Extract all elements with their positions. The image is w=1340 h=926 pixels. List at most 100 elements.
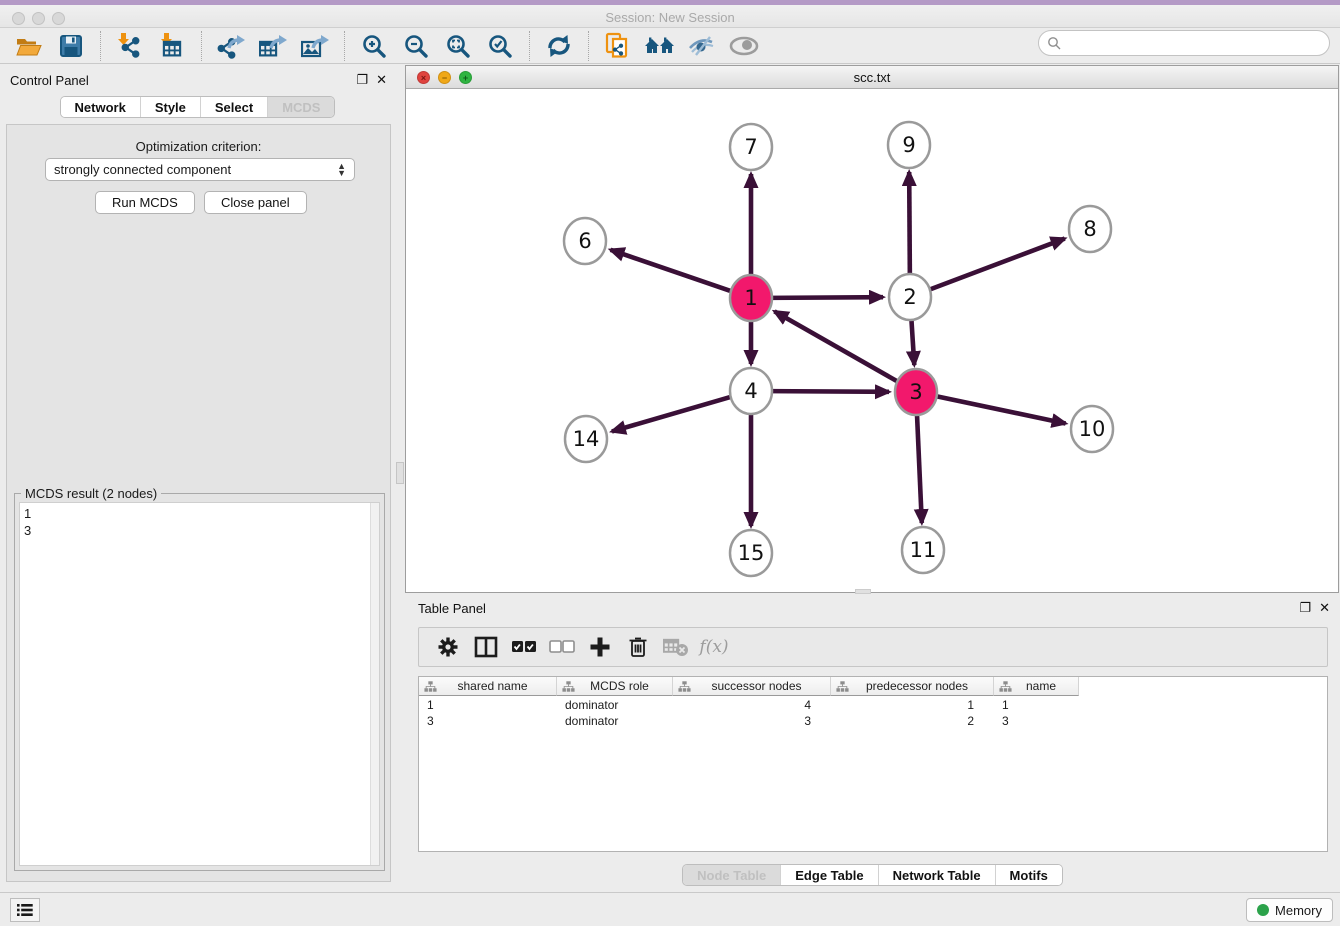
- table-cell[interactable]: 1: [831, 697, 994, 713]
- node-11[interactable]: 11: [902, 527, 944, 573]
- select-all-icon[interactable]: [509, 633, 539, 661]
- column-header-shared-name[interactable]: shared name: [419, 677, 557, 696]
- column-header-MCDS-role[interactable]: MCDS role: [557, 677, 673, 696]
- open-session-icon[interactable]: [13, 31, 45, 61]
- tab-motifs[interactable]: Motifs: [996, 865, 1062, 885]
- result-line: 1: [24, 505, 375, 522]
- column-header-predecessor-nodes[interactable]: predecessor nodes: [831, 677, 994, 696]
- import-table-icon[interactable]: [156, 31, 188, 61]
- hide-details-icon[interactable]: [686, 31, 718, 61]
- first-neighbors-icon[interactable]: [644, 31, 676, 61]
- tab-select[interactable]: Select: [201, 97, 268, 117]
- network-window-titlebar[interactable]: × − + scc.txt: [406, 66, 1338, 89]
- tab-mcds[interactable]: MCDS: [268, 97, 334, 117]
- control-panel-close-icon[interactable]: ✕: [376, 72, 387, 88]
- edge-4-3[interactable]: [770, 391, 889, 392]
- table-cell[interactable]: dominator: [557, 713, 673, 729]
- edge-1-2[interactable]: [770, 297, 883, 298]
- column-header-name[interactable]: name: [994, 677, 1079, 696]
- clone-network-icon[interactable]: [602, 31, 634, 61]
- edge-3-11[interactable]: [917, 411, 922, 523]
- table-tabs: Node TableEdge TableNetwork TableMotifs: [405, 864, 1340, 886]
- node-label: 11: [910, 538, 937, 562]
- gear-icon[interactable]: [433, 633, 463, 661]
- edge-2-8[interactable]: [928, 239, 1065, 291]
- memory-button[interactable]: Memory: [1246, 898, 1333, 922]
- tab-style[interactable]: Style: [141, 97, 201, 117]
- bottom-splitter-handle[interactable]: [855, 589, 871, 594]
- control-panel-header: Control Panel ❐ ✕: [0, 70, 395, 94]
- node-7[interactable]: 7: [730, 124, 772, 170]
- node-14[interactable]: 14: [565, 416, 607, 462]
- task-history-button[interactable]: [10, 898, 40, 922]
- zoom-out-icon[interactable]: [400, 31, 432, 61]
- edge-2-9[interactable]: [909, 172, 910, 278]
- export-network-icon[interactable]: [215, 31, 247, 61]
- edge-2-3[interactable]: [911, 316, 914, 365]
- node-table: shared name MCDS role successor nodesprede…: [418, 676, 1328, 852]
- show-details-icon[interactable]: [728, 31, 760, 61]
- node-label: 14: [573, 427, 600, 451]
- table-panel-close-icon[interactable]: ✕: [1319, 600, 1330, 616]
- refresh-icon[interactable]: [543, 31, 575, 61]
- table-cell[interactable]: 3: [994, 713, 1079, 729]
- tab-network-table[interactable]: Network Table: [879, 865, 996, 885]
- table-cell[interactable]: 2: [831, 713, 994, 729]
- mcds-result-text[interactable]: 13: [19, 502, 380, 866]
- export-image-icon[interactable]: [299, 31, 331, 61]
- column-header-successor-nodes[interactable]: successor nodes: [673, 677, 831, 696]
- split-panel-icon[interactable]: [471, 633, 501, 661]
- node-label: 1: [744, 286, 757, 310]
- add-column-icon[interactable]: [585, 633, 615, 661]
- edge-3-1[interactable]: [774, 311, 899, 382]
- zoom-selected-icon[interactable]: [484, 31, 516, 61]
- node-15[interactable]: 15: [730, 530, 772, 576]
- table-cell[interactable]: 3: [673, 713, 831, 729]
- left-splitter-handle[interactable]: [396, 462, 404, 484]
- zoom-fit-icon[interactable]: [442, 31, 474, 61]
- delete-column-icon[interactable]: [623, 633, 653, 661]
- table-cell[interactable]: dominator: [557, 697, 673, 713]
- result-scrollbar[interactable]: [370, 503, 379, 865]
- criterion-dropdown[interactable]: strongly connected component ▲▼: [45, 158, 355, 181]
- node-3[interactable]: 3: [895, 369, 937, 415]
- edge-1-6[interactable]: [611, 250, 733, 292]
- table-cell[interactable]: 4: [673, 697, 831, 713]
- node-8[interactable]: 8: [1069, 206, 1111, 252]
- column-header-label: MCDS role: [590, 679, 649, 693]
- save-session-icon[interactable]: [55, 31, 87, 61]
- edge-3-10[interactable]: [935, 396, 1066, 424]
- table-row[interactable]: 1dominator411: [419, 697, 1079, 713]
- node-6[interactable]: 6: [564, 218, 606, 264]
- run-mcds-button[interactable]: Run MCDS: [95, 191, 195, 214]
- table-panel-float-icon[interactable]: ❐: [1299, 600, 1311, 616]
- toolbar-separator: [344, 31, 345, 61]
- tab-network[interactable]: Network: [61, 97, 141, 117]
- node-10[interactable]: 10: [1071, 406, 1113, 452]
- network-canvas[interactable]: 7 9 6 8 1 2 4 3 14 10 15 11: [406, 90, 1338, 592]
- node-2[interactable]: 2: [889, 274, 931, 320]
- zoom-in-icon[interactable]: [358, 31, 390, 61]
- table-row[interactable]: 3dominator323: [419, 713, 1079, 729]
- table-panel-title: Table Panel: [418, 601, 486, 616]
- app-title: Session: New Session: [0, 10, 1340, 25]
- delete-table-icon: [661, 633, 691, 661]
- table-cell[interactable]: 1: [994, 697, 1079, 713]
- import-network-icon[interactable]: [114, 31, 146, 61]
- search-box[interactable]: [1038, 30, 1330, 56]
- export-table-icon[interactable]: [257, 31, 289, 61]
- search-icon: [1047, 36, 1062, 51]
- node-4[interactable]: 4: [730, 368, 772, 414]
- deselect-all-icon[interactable]: [547, 633, 577, 661]
- table-cell[interactable]: 1: [419, 697, 557, 713]
- tab-edge-table[interactable]: Edge Table: [781, 865, 878, 885]
- tab-node-table[interactable]: Node Table: [683, 865, 781, 885]
- close-panel-button[interactable]: Close panel: [204, 191, 307, 214]
- node-9[interactable]: 9: [888, 122, 930, 168]
- node-1[interactable]: 1: [730, 275, 772, 321]
- edge-4-14[interactable]: [612, 396, 733, 431]
- control-panel-float-icon[interactable]: ❐: [356, 72, 368, 88]
- table-cell[interactable]: 3: [419, 713, 557, 729]
- result-line: 3: [24, 522, 375, 539]
- search-input[interactable]: [1062, 33, 1329, 53]
